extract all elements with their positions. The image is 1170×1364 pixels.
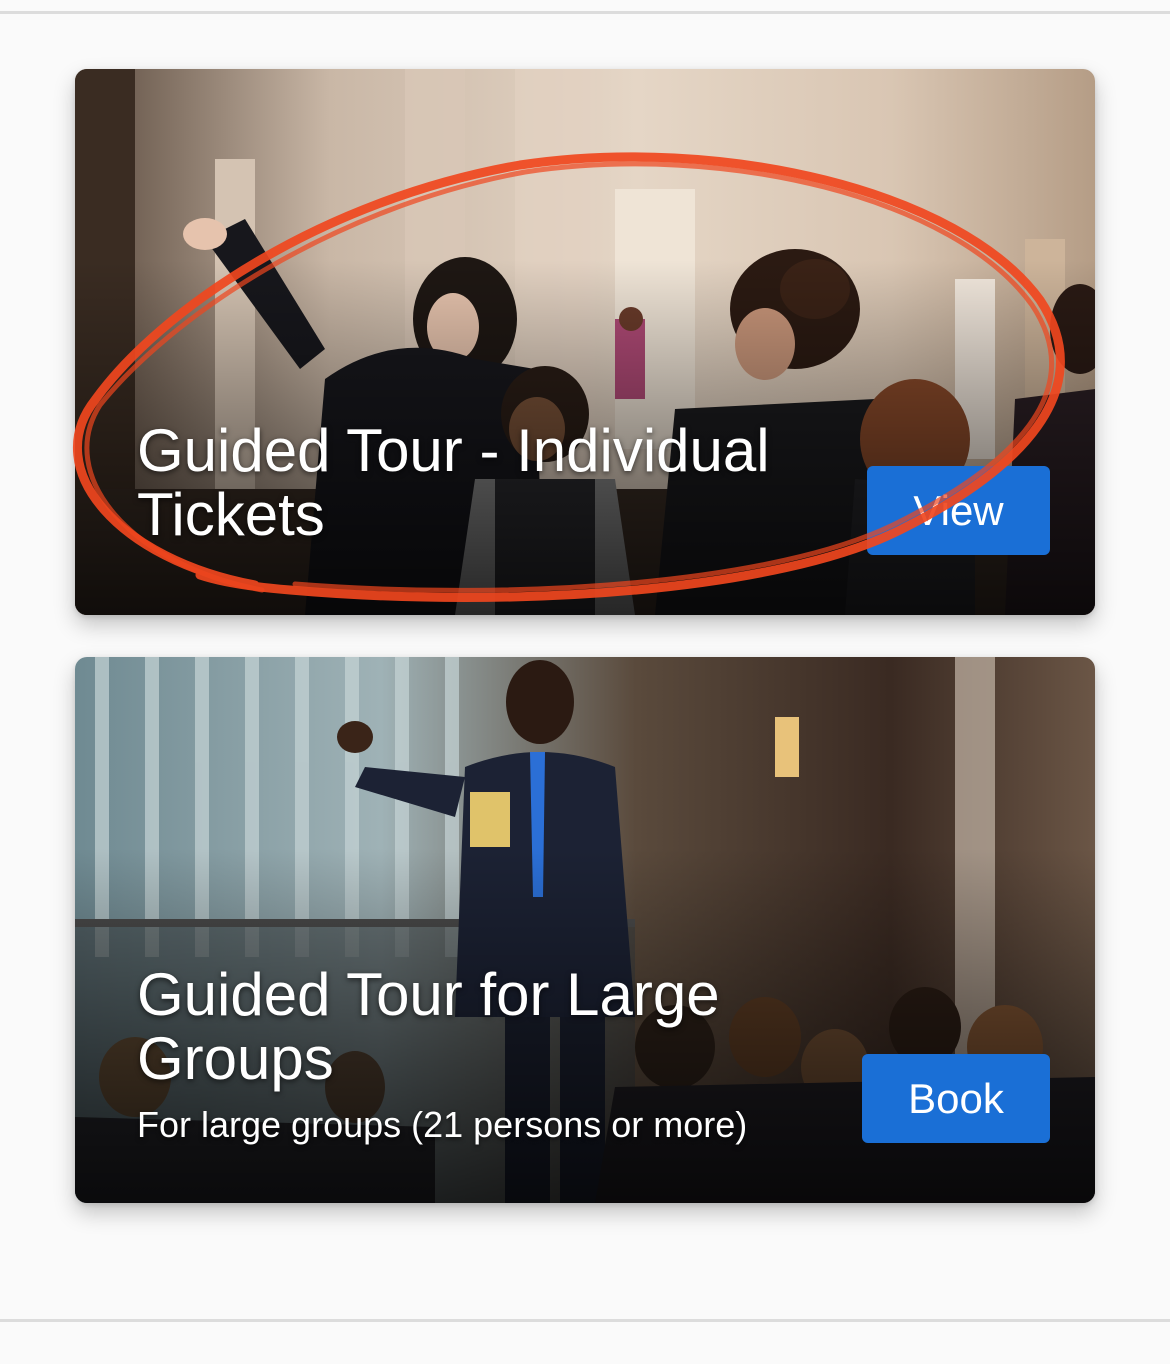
card-individual-tickets[interactable]: Guided Tour - Individual Tickets View xyxy=(75,69,1095,615)
card-subtitle: For large groups (21 persons or more) xyxy=(137,1104,748,1145)
card-large-groups[interactable]: Guided Tour for Large Groups For large g… xyxy=(75,657,1095,1203)
book-button[interactable]: Book xyxy=(862,1054,1050,1143)
card-title: Guided Tour for Large Groups xyxy=(137,961,720,1092)
page: Guided Tour - Individual Tickets View Gu… xyxy=(0,0,1170,1364)
card-title: Guided Tour - Individual Tickets xyxy=(137,417,770,548)
top-divider xyxy=(0,11,1170,14)
bottom-divider xyxy=(0,1319,1170,1322)
view-button[interactable]: View xyxy=(867,466,1050,555)
